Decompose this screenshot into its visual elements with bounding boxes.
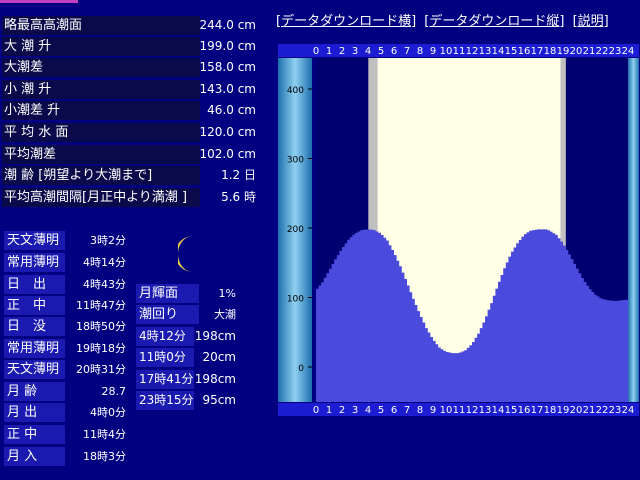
x-tick-label: 6 — [391, 46, 397, 57]
x-tick-label: 13 — [479, 405, 492, 416]
x-tick-label: 16 — [518, 46, 531, 57]
x-tick-label: 1 — [326, 405, 332, 416]
x-tick-label: 17 — [531, 405, 544, 416]
x-tick-label: 21 — [583, 405, 596, 416]
x-tick-label: 5 — [378, 405, 384, 416]
x-tick-label: 2 — [339, 405, 345, 416]
x-tick-label: 18 — [544, 405, 557, 416]
tide-chart: 40030020010000 1 2 3 4 5 6 7 8 9 10 11 12 13 14 15 16 17 1… — [278, 44, 639, 416]
x-tick-label: 1 — [326, 46, 332, 57]
x-tick-label: 19 — [557, 405, 570, 416]
x-tick-label: 24 — [622, 46, 635, 57]
y-tick-label: 400 — [287, 86, 304, 96]
x-tick-label: 18 — [544, 46, 557, 57]
x-tick-label: 14 — [492, 46, 505, 57]
x-tick-label: 19 — [557, 46, 570, 57]
x-tick-label: 4 — [365, 405, 371, 416]
depth-gauge-right — [628, 58, 639, 402]
x-tick-label: 22 — [596, 405, 609, 416]
x-tick-label: 14 — [492, 405, 505, 416]
x-tick-label: 21 — [583, 46, 596, 57]
x-tick-label: 8 — [417, 46, 423, 57]
x-tick-label: 12 — [466, 405, 479, 416]
x-tick-label: 17 — [531, 46, 544, 57]
x-tick-label: 9 — [430, 405, 436, 416]
x-tick-label: 2 — [339, 46, 345, 57]
x-tick-label: 8 — [417, 405, 423, 416]
x-tick-label: 9 — [430, 46, 436, 57]
x-tick-label: 20 — [570, 46, 583, 57]
y-tick-label: 0 — [298, 364, 304, 374]
x-tick-label: 3 — [352, 46, 358, 57]
x-tick-label: 7 — [404, 46, 410, 57]
x-tick-label: 13 — [479, 46, 492, 57]
x-tick-label: 24 — [622, 405, 635, 416]
x-tick-label: 23 — [609, 46, 622, 57]
x-tick-label: 20 — [570, 405, 583, 416]
x-tick-label: 7 — [404, 405, 410, 416]
x-tick-label: 0 — [313, 405, 319, 416]
y-tick-label: 100 — [287, 295, 304, 305]
x-tick-label: 16 — [518, 405, 531, 416]
x-tick-label: 10 — [440, 46, 453, 57]
x-tick-label: 15 — [505, 405, 518, 416]
x-tick-label: 12 — [466, 46, 479, 57]
x-tick-label: 11 — [453, 46, 466, 57]
x-tick-label: 15 — [505, 46, 518, 57]
x-tick-label: 23 — [609, 405, 622, 416]
x-tick-label: 22 — [596, 46, 609, 57]
y-tick-label: 200 — [287, 225, 304, 235]
x-tick-label: 6 — [391, 405, 397, 416]
y-tick-label: 300 — [287, 156, 304, 166]
x-tick-label: 5 — [378, 46, 384, 57]
x-tick-label: 10 — [440, 405, 453, 416]
x-tick-label: 3 — [352, 405, 358, 416]
x-tick-label: 11 — [453, 405, 466, 416]
x-tick-label: 0 — [313, 46, 319, 57]
x-tick-label: 4 — [365, 46, 371, 57]
